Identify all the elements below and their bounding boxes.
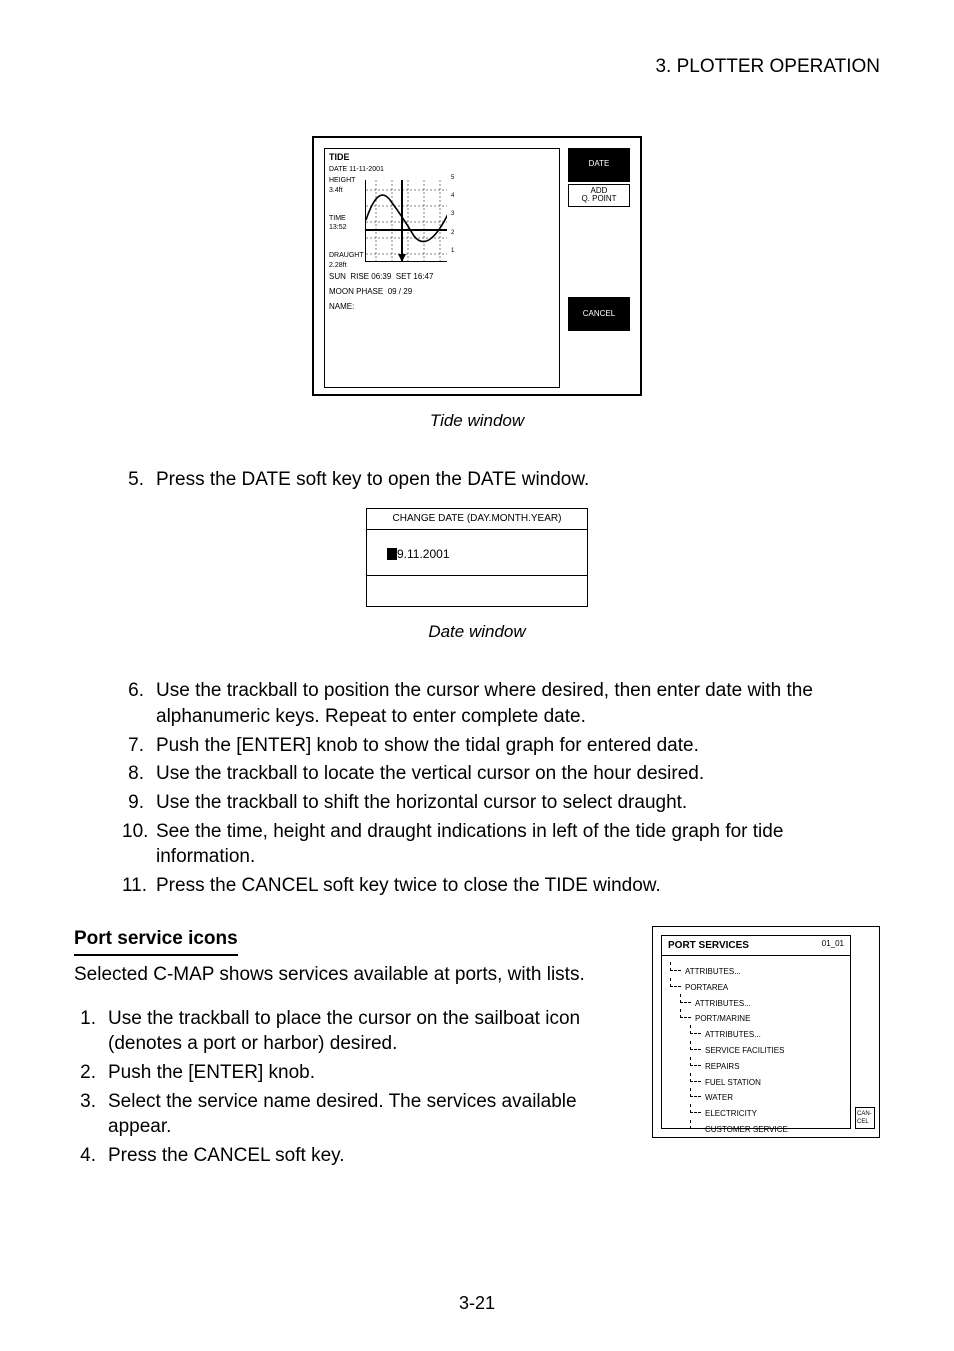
cursor-icon <box>387 548 397 560</box>
tree-item[interactable]: SERVICE FACILITIES <box>690 1041 844 1057</box>
step-text: Use the trackball to locate the vertical… <box>156 761 880 787</box>
port-services-figure: PORT SERVICES 01_01 ATTRIBUTES... PORTAR… <box>652 926 880 1138</box>
tide-time-label: TIME <box>329 215 346 222</box>
step-text: Press the CANCEL soft key. <box>108 1143 628 1169</box>
tree-item[interactable]: ATTRIBUTES... <box>670 962 844 978</box>
step-text: Press the DATE soft key to open the DATE… <box>156 467 880 493</box>
tide-set-label: SET <box>396 272 411 281</box>
step-number: 7. <box>122 733 156 759</box>
step-number: 1. <box>74 1006 108 1057</box>
tree-item[interactable]: PORTAREA <box>670 978 844 994</box>
step-number: 2. <box>74 1060 108 1086</box>
step-number: 6. <box>122 678 156 729</box>
tide-height-label: HEIGHT <box>329 177 355 184</box>
tide-set-value: 16:47 <box>413 272 433 281</box>
step-text: Use the trackball to place the cursor on… <box>108 1006 628 1057</box>
tide-figure-caption: Tide window <box>74 410 880 433</box>
tide-moon-value: 09 / 29 <box>388 287 412 296</box>
tide-name-caption: NAME: <box>325 300 559 315</box>
step-number: 10. <box>122 819 156 870</box>
section-header: 3. PLOTTER OPERATION <box>74 54 880 80</box>
tide-plot <box>365 180 447 262</box>
tide-height-value: 3.4ft <box>329 187 343 194</box>
port-services-tree: ATTRIBUTES... PORTAREA ATTRIBUTES... POR… <box>662 956 850 1142</box>
step-number: 5. <box>122 467 156 493</box>
tree-item[interactable]: REPAIRS <box>690 1057 844 1073</box>
port-cancel-softkey[interactable]: CAN- CEL <box>855 1107 875 1129</box>
date-window-figure: CHANGE DATE (DAY.MONTH.YEAR) 9.11.2001 <box>366 508 588 607</box>
tide-date-value: 11-11-2001 <box>349 166 384 173</box>
port-service-heading: Port service icons <box>74 926 238 956</box>
tide-draught-label: DRAUGHT <box>329 252 364 259</box>
tide-date-label: DATE <box>329 166 347 173</box>
step-text: Use the trackball to position the cursor… <box>156 678 880 729</box>
step-number: 9. <box>122 790 156 816</box>
tide-title: TIDE <box>325 149 559 165</box>
port-services-date: 01_01 <box>822 939 844 950</box>
tree-item[interactable]: PORT/MARINE <box>680 1009 844 1025</box>
step-text: See the time, height and draught indicat… <box>156 819 880 870</box>
tree-item[interactable]: CUSTOMER SERVICE <box>690 1120 844 1136</box>
step-text: Use the trackball to shift the horizonta… <box>156 790 880 816</box>
tree-item[interactable]: WATER <box>690 1088 844 1104</box>
tree-item[interactable]: ELECTRICITY <box>690 1104 844 1120</box>
tide-draught-value: 2.28ft <box>329 262 347 269</box>
step-text: Select the service name desired. The ser… <box>108 1089 628 1140</box>
tide-window-figure: TIDE DATE 11-11-2001 HEIGHT 3.4ft TIME 1… <box>312 136 642 396</box>
step-number: 11. <box>122 873 156 899</box>
softkey-add-qpoint[interactable]: ADD Q. POINT <box>568 184 630 208</box>
step-number: 4. <box>74 1143 108 1169</box>
step-text: Push the [ENTER] knob. <box>108 1060 628 1086</box>
tide-rise-label: RISE <box>350 272 369 281</box>
step-text: Push the [ENTER] knob to show the tidal … <box>156 733 880 759</box>
step-text: Press the CANCEL soft key twice to close… <box>156 873 880 899</box>
softkey-date[interactable]: DATE <box>568 148 630 182</box>
date-input-value[interactable]: 9.11.2001 <box>397 547 450 561</box>
date-figure-caption: Date window <box>74 621 880 644</box>
date-window-title: CHANGE DATE (DAY.MONTH.YEAR) <box>367 509 587 530</box>
step-number: 3. <box>74 1089 108 1140</box>
tide-sun-label: SUN <box>329 272 346 281</box>
page-number: 3-21 <box>0 1291 954 1315</box>
step-number: 8. <box>122 761 156 787</box>
port-services-title: PORT SERVICES <box>668 940 749 951</box>
tide-moon-label: MOON PHASE <box>329 287 383 296</box>
softkey-cancel[interactable]: CANCEL <box>568 297 630 331</box>
tree-item[interactable]: FUEL STATION <box>690 1073 844 1089</box>
tide-rise-value: 06:39 <box>371 272 391 281</box>
tree-item[interactable]: ATTRIBUTES... <box>690 1025 844 1041</box>
tree-item[interactable]: ATTRIBUTES... <box>680 994 844 1010</box>
port-service-intro: Selected C-MAP shows services available … <box>74 962 628 988</box>
tide-time-value: 13:52 <box>329 224 347 231</box>
